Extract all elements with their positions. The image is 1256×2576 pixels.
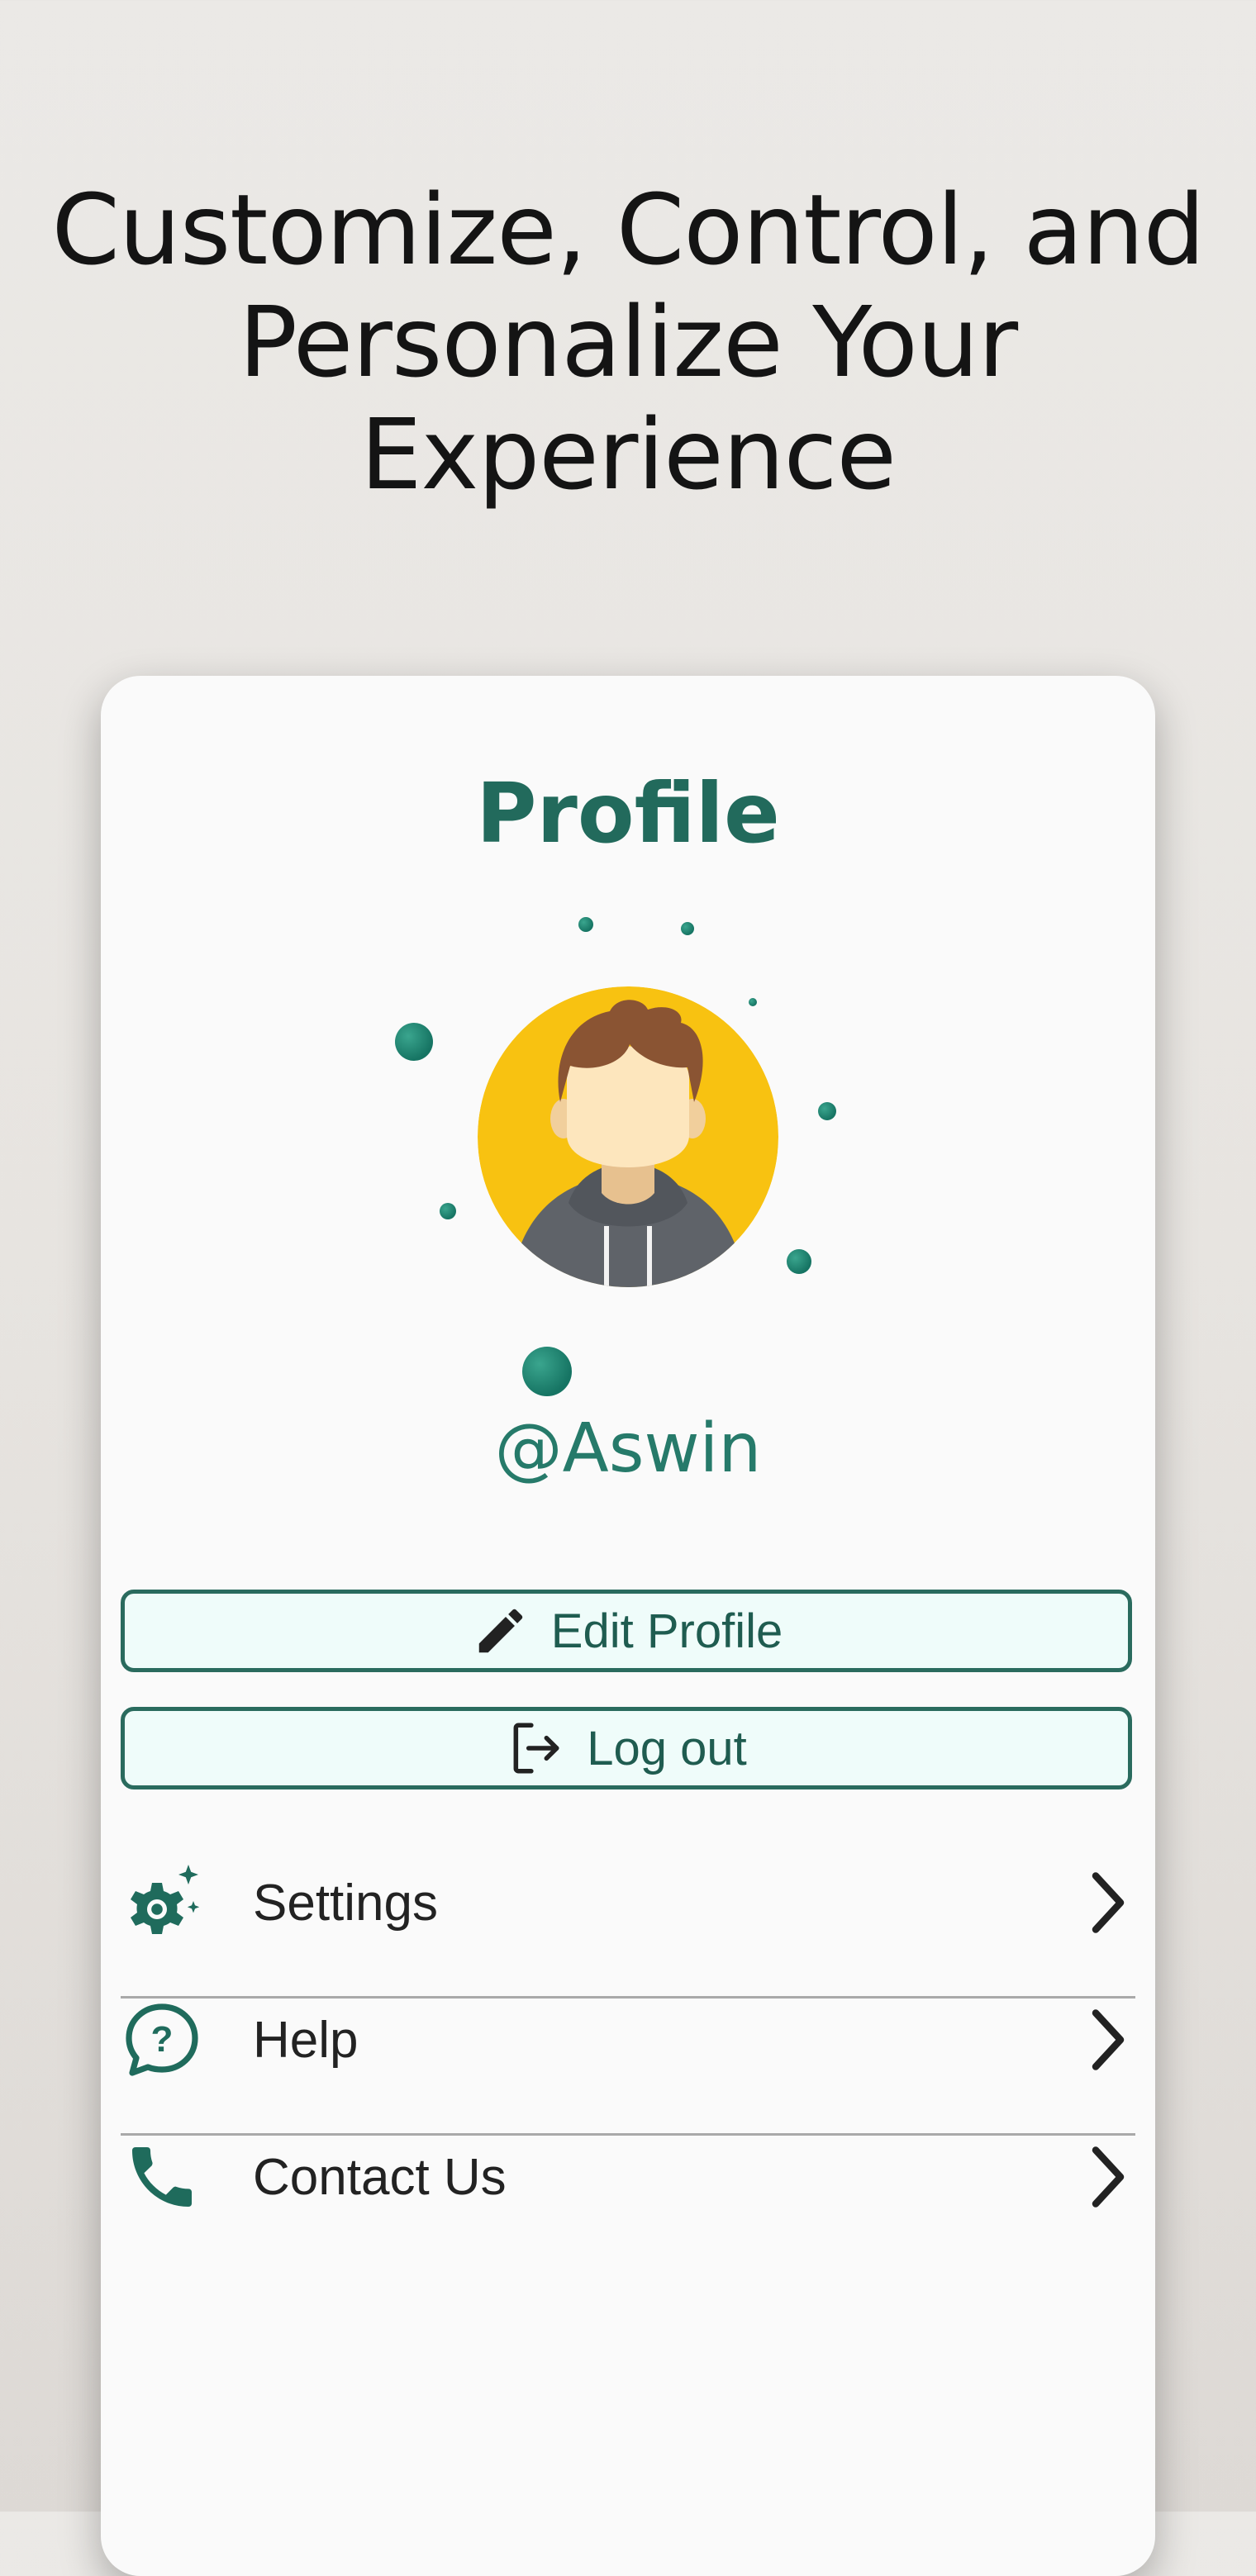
avatar (478, 986, 778, 1287)
headline-line-1: Customize, Control, and (51, 173, 1206, 287)
phone-icon (121, 2136, 203, 2218)
decor-dot (395, 1023, 433, 1061)
settings-sparkle-icon (121, 1861, 203, 1944)
logout-button[interactable]: Log out (121, 1707, 1132, 1789)
menu-item-label: Help (253, 2011, 359, 2069)
chevron-right-icon (1079, 2003, 1137, 2077)
decor-dot (818, 1102, 836, 1120)
headline: Customize, Control, and Personalize Your… (0, 173, 1256, 511)
edit-profile-button[interactable]: Edit Profile (121, 1590, 1132, 1672)
chevron-right-icon (1079, 1865, 1137, 1940)
decor-dot (787, 1249, 811, 1274)
edit-profile-label: Edit Profile (550, 1604, 783, 1658)
avatar-area (101, 676, 1155, 1502)
headline-line-3: Experience (359, 397, 897, 511)
decor-dot (440, 1203, 456, 1219)
decor-dot (681, 922, 694, 935)
username: @Aswin (494, 1409, 762, 1488)
menu-item-label: Contact Us (253, 2148, 507, 2206)
chevron-right-icon (1079, 2140, 1137, 2214)
decor-dot (522, 1347, 572, 1396)
decor-dot (578, 917, 593, 932)
logout-icon (506, 1718, 567, 1779)
pencil-icon (470, 1600, 531, 1661)
profile-card: Profile @Aswin Edit Profile Log out Sett… (101, 676, 1155, 2576)
svg-text:?: ? (151, 2019, 174, 2060)
logout-label: Log out (587, 1721, 747, 1775)
help-chat-icon: ? (121, 1999, 203, 2081)
menu-item-contact-us[interactable]: Contact Us (121, 2108, 1137, 2246)
menu-item-help[interactable]: ? Help (121, 1971, 1137, 2108)
menu-item-label: Settings (253, 1874, 439, 1932)
menu-item-settings[interactable]: Settings (121, 1834, 1137, 1971)
headline-line-2: Personalize Your (238, 285, 1018, 399)
